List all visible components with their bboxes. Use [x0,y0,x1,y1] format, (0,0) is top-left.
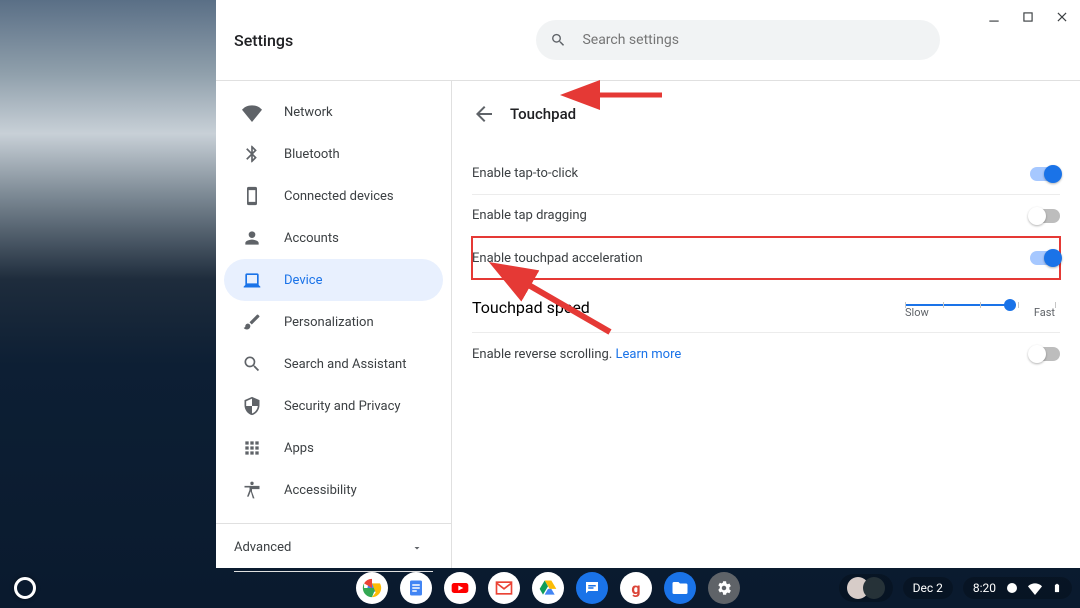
shelf: g Dec 2 8:20 [0,568,1080,608]
sidebar-item-connected-devices[interactable]: Connected devices [224,175,443,217]
sidebar-item-label: Device [284,273,323,288]
status-area[interactable]: 8:20 [963,577,1072,599]
top-bar: Settings [216,0,1080,81]
row-label: Touchpad speed [472,298,590,317]
section-title: Touchpad [510,105,576,123]
back-button[interactable] [472,102,496,126]
app-docs[interactable] [400,572,432,604]
phone-icon [242,186,262,206]
app-messages[interactable] [576,572,608,604]
search-icon [242,354,262,374]
launcher-button[interactable] [14,577,36,599]
sidebar-item-label: Search and Assistant [284,357,407,372]
sidebar-item-label: Apps [284,441,314,456]
app-gmail[interactable] [488,572,520,604]
brush-icon [242,312,262,332]
search-input[interactable] [582,32,926,48]
bluetooth-icon [242,144,262,164]
section-header: Touchpad [472,99,1060,129]
wifi-icon [1028,581,1042,595]
status-area-date[interactable]: Dec 2 [903,577,953,599]
minimize-button[interactable] [982,6,1006,28]
toggle-tap-to-click[interactable] [1030,167,1060,181]
settings-body: Network Bluetooth Connected devices Acco… [216,81,1080,568]
person-icon [242,228,262,248]
account-switcher[interactable] [839,574,893,602]
app-drive[interactable] [532,572,564,604]
tray-time: 8:20 [973,581,996,595]
app-files[interactable] [664,572,696,604]
slider-label-fast: Fast [1034,306,1055,319]
sidebar-item-label: Personalization [284,315,374,330]
slider-label-slow: Slow [905,306,929,319]
wifi-icon [242,102,262,122]
window-controls-group [982,6,1074,28]
advanced-toggle[interactable]: Advanced [216,523,451,571]
toggle-reverse-scrolling[interactable] [1030,347,1060,361]
maximize-button[interactable] [1016,6,1040,28]
sidebar-item-bluetooth[interactable]: Bluetooth [224,133,443,175]
sidebar: Network Bluetooth Connected devices Acco… [216,81,452,568]
row-tap-dragging: Enable tap dragging [472,195,1060,237]
sidebar-item-label: Security and Privacy [284,399,401,414]
sidebar-item-personalization[interactable]: Personalization [224,301,443,343]
accessibility-icon [242,480,262,500]
sidebar-item-security[interactable]: Security and Privacy [224,385,443,427]
app-gplus[interactable]: g [620,572,652,604]
search-box[interactable] [536,20,940,60]
app-youtube[interactable] [444,572,476,604]
row-tap-to-click: Enable tap-to-click [472,153,1060,195]
row-label: Enable touchpad acceleration [472,251,643,266]
tray-date: Dec 2 [913,581,943,595]
row-label-text: Enable reverse scrolling. [472,347,615,362]
learn-more-link[interactable]: Learn more [615,347,681,362]
sidebar-item-accessibility[interactable]: Accessibility [224,469,443,511]
toggle-tap-dragging[interactable] [1030,209,1060,223]
system-tray: Dec 2 8:20 [839,574,1072,602]
sidebar-item-search-assistant[interactable]: Search and Assistant [224,343,443,385]
laptop-icon [242,270,262,290]
row-label: Enable reverse scrolling. Learn more [472,347,681,362]
app-settings[interactable] [708,572,740,604]
search-icon [550,31,566,49]
slider-thumb[interactable] [1004,299,1016,311]
battery-icon [1052,581,1062,595]
row-reverse-scrolling: Enable reverse scrolling. Learn more [472,333,1060,375]
row-label: Enable tap-to-click [472,166,578,181]
shelf-apps: g [356,572,740,604]
app-chrome[interactable] [356,572,388,604]
sidebar-item-label: Connected devices [284,189,394,204]
apps-icon [242,438,262,458]
sidebar-item-device[interactable]: Device [224,259,443,301]
sidebar-item-label: Bluetooth [284,147,340,162]
shield-icon [242,396,262,416]
settings-window: Settings Network Bluetooth Connected dev… [216,0,1080,568]
sidebar-item-label: Accessibility [284,483,357,498]
sidebar-item-network[interactable]: Network [224,91,443,133]
row-touchpad-acceleration: Enable touchpad acceleration [472,237,1060,279]
main-content: Touchpad Enable tap-to-click Enable tap … [452,81,1080,568]
page-title: Settings [234,31,436,50]
row-label: Enable tap dragging [472,208,587,223]
advanced-label: Advanced [234,540,291,555]
chevron-down-icon [411,542,423,554]
notification-icon [1006,582,1018,594]
sidebar-item-accounts[interactable]: Accounts [224,217,443,259]
sidebar-item-label: Network [284,105,333,120]
sidebar-item-label: Accounts [284,231,339,246]
close-button[interactable] [1050,6,1074,28]
row-touchpad-speed: Touchpad speed Slow Fast [472,279,1060,333]
toggle-touchpad-acceleration[interactable] [1030,251,1060,265]
sidebar-item-apps[interactable]: Apps [224,427,443,469]
